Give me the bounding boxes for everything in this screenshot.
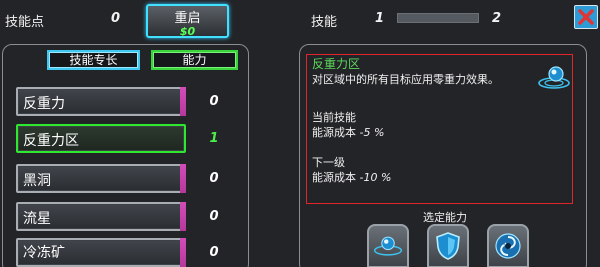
skill-points-value: 0	[111, 11, 121, 26]
close-icon	[578, 9, 594, 25]
current-energy-cost-value: -5 %	[359, 126, 385, 139]
skill-label: 技能	[311, 15, 338, 30]
anti-gravity-field-icon	[373, 236, 403, 256]
ability-detail-title: 反重力区	[312, 57, 361, 71]
reset-cost: $0	[179, 25, 196, 38]
current-level-heading: 当前技能	[312, 111, 356, 124]
ability-item-freeze-mine[interactable]: 冷冻矿	[16, 238, 186, 267]
ability-name: 流星	[23, 211, 51, 227]
close-button[interactable]	[574, 5, 598, 29]
ability-name: 反重力	[23, 96, 65, 112]
selected-ability-slot-2[interactable]	[427, 224, 469, 267]
ability-name: 反重力区	[23, 133, 79, 149]
ability-detail-description: 对区域中的所有目标应用零重力效果。	[312, 73, 499, 86]
ability-row-accent	[180, 164, 186, 193]
next-energy-cost-value: -10 %	[359, 171, 392, 184]
reset-button-label: 重启	[174, 11, 201, 26]
tab-abilities[interactable]: 能力	[151, 50, 238, 70]
skill-current-level: 1	[375, 11, 385, 26]
ability-level: 0	[209, 94, 219, 109]
ability-item-meteor[interactable]: 流星	[16, 202, 186, 231]
current-energy-cost-label: 能源成本	[312, 126, 356, 139]
ability-row-accent	[180, 87, 186, 116]
skill-points-label: 技能点	[5, 15, 45, 30]
ability-item-anti-gravity[interactable]: 反重力	[16, 87, 186, 116]
ability-level: 0	[209, 171, 219, 186]
current-energy-cost: 能源成本 -5 %	[312, 124, 384, 140]
abilities-panel	[2, 44, 249, 267]
next-level-heading: 下一级	[312, 156, 345, 169]
selected-abilities-label: 选定能力	[423, 211, 467, 224]
skill-max-level: 2	[492, 11, 502, 26]
ability-name: 冷冻矿	[23, 245, 65, 261]
next-energy-cost-label: 能源成本	[312, 171, 356, 184]
skill-progress-bar	[397, 13, 479, 23]
next-energy-cost: 能源成本 -10 %	[312, 169, 391, 185]
tab-skills[interactable]: 技能专长	[47, 50, 140, 70]
selected-ability-slot-3[interactable]	[487, 224, 529, 267]
ability-level: 0	[209, 209, 219, 224]
ability-item-anti-gravity-field[interactable]: 反重力区	[16, 124, 186, 153]
shield-icon	[436, 232, 460, 260]
ability-level: 1	[209, 131, 219, 146]
ability-name: 黑洞	[23, 173, 51, 189]
ability-row-accent	[180, 202, 186, 231]
anti-gravity-field-icon	[538, 66, 570, 89]
ability-row-accent	[180, 238, 186, 267]
selected-ability-slot-1[interactable]	[367, 224, 409, 267]
reset-button[interactable]: 重启 $0	[146, 4, 229, 38]
ability-item-black-hole[interactable]: 黑洞	[16, 164, 186, 193]
black-hole-icon	[495, 233, 521, 259]
ability-level: 0	[209, 245, 219, 260]
